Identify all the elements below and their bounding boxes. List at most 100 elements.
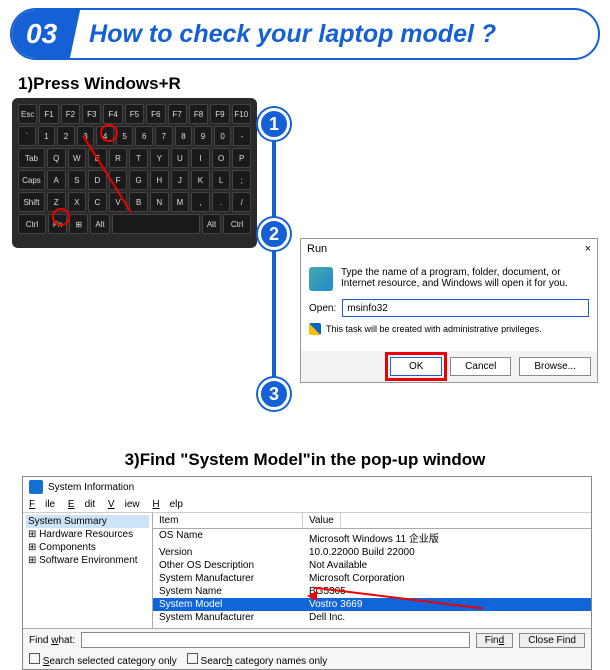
menu-view[interactable]: View bbox=[108, 499, 140, 510]
key bbox=[112, 214, 200, 234]
search-category-only[interactable]: Search selected category only bbox=[29, 653, 177, 667]
key: G bbox=[129, 170, 148, 190]
col-value: Value bbox=[303, 513, 341, 528]
key: Esc bbox=[18, 104, 37, 124]
key: U bbox=[171, 148, 190, 168]
highlight-win-key bbox=[52, 208, 70, 226]
key: J bbox=[171, 170, 190, 190]
run-description: Type the name of a program, folder, docu… bbox=[341, 267, 589, 291]
key: F4 bbox=[103, 104, 122, 124]
key: B bbox=[129, 192, 148, 212]
run-icon bbox=[309, 267, 333, 291]
key: Tab bbox=[18, 148, 45, 168]
page-title: How to check your laptop model ? bbox=[89, 20, 496, 49]
key: 6 bbox=[135, 126, 153, 146]
key: F7 bbox=[168, 104, 187, 124]
system-information-window: System Information File Edit View Help S… bbox=[22, 476, 592, 670]
key: M bbox=[171, 192, 190, 212]
badge-2: 2 bbox=[258, 218, 290, 250]
key: Ctrl bbox=[18, 214, 46, 234]
table-row[interactable]: OS NameMicrosoft Windows 11 企业版 bbox=[153, 529, 591, 546]
timeline-line bbox=[272, 108, 276, 394]
badge-1: 1 bbox=[258, 108, 290, 140]
find-label: Find what: bbox=[29, 635, 75, 646]
cancel-button[interactable]: Cancel bbox=[450, 357, 511, 376]
key: F3 bbox=[82, 104, 101, 124]
step3-label: 3)Find "System Model"in the pop-up windo… bbox=[0, 450, 610, 470]
open-label: Open: bbox=[309, 303, 336, 314]
key: F9 bbox=[210, 104, 229, 124]
close-icon[interactable]: × bbox=[585, 243, 591, 255]
key: 9 bbox=[194, 126, 212, 146]
key: 2 bbox=[57, 126, 75, 146]
key: Caps bbox=[18, 170, 45, 190]
key: O bbox=[212, 148, 231, 168]
menu-help[interactable]: Help bbox=[152, 499, 183, 510]
table-row[interactable]: System ManufacturerDell Inc. bbox=[153, 611, 591, 624]
key: / bbox=[232, 192, 251, 212]
header-banner: 03 How to check your laptop model ? bbox=[10, 8, 600, 60]
key: F1 bbox=[39, 104, 58, 124]
table-row[interactable]: System ModelVostro 3669 bbox=[153, 598, 591, 611]
badge-3: 3 bbox=[258, 378, 290, 410]
sysinfo-icon bbox=[29, 480, 43, 494]
key: F10 bbox=[232, 104, 251, 124]
key: ⊞ bbox=[69, 214, 88, 234]
key: 1 bbox=[38, 126, 56, 146]
key: Alt bbox=[90, 214, 109, 234]
key: F6 bbox=[146, 104, 165, 124]
table-row[interactable]: Version10.0.22000 Build 22000 bbox=[153, 546, 591, 559]
key: Shift bbox=[18, 192, 45, 212]
menu-edit[interactable]: Edit bbox=[68, 499, 95, 510]
step-number-badge: 03 bbox=[10, 10, 80, 58]
key: S bbox=[68, 170, 87, 190]
callout-arrow bbox=[303, 573, 503, 593]
key: P bbox=[232, 148, 251, 168]
open-input[interactable] bbox=[342, 299, 589, 317]
key: X bbox=[68, 192, 87, 212]
run-dialog-title: Run bbox=[307, 243, 327, 255]
key: - bbox=[233, 126, 251, 146]
key: C bbox=[88, 192, 107, 212]
sysinfo-tree[interactable]: System Summary ⊞ Hardware Resources ⊞ Co… bbox=[23, 513, 153, 628]
step1-label: 1)Press Windows+R bbox=[18, 74, 610, 94]
browse-button[interactable]: Browse... bbox=[519, 357, 591, 376]
menu-file[interactable]: File bbox=[29, 499, 55, 510]
tree-software[interactable]: ⊞ Software Environment bbox=[26, 554, 149, 567]
tree-hardware[interactable]: ⊞ Hardware Resources bbox=[26, 528, 149, 541]
key: F2 bbox=[61, 104, 80, 124]
key: R bbox=[109, 148, 128, 168]
key: H bbox=[150, 170, 169, 190]
privilege-note: This task will be created with administr… bbox=[326, 324, 542, 334]
key: W bbox=[68, 148, 87, 168]
key: F8 bbox=[189, 104, 208, 124]
key: D bbox=[88, 170, 107, 190]
tree-components[interactable]: ⊞ Components bbox=[26, 541, 149, 554]
table-row[interactable]: Other OS DescriptionNot Available bbox=[153, 559, 591, 572]
find-button[interactable]: Find bbox=[476, 633, 513, 648]
key: Alt bbox=[202, 214, 221, 234]
key: K bbox=[191, 170, 210, 190]
col-item: Item bbox=[153, 513, 303, 528]
ok-button[interactable]: OK bbox=[390, 357, 442, 376]
highlight-r-key bbox=[100, 124, 118, 142]
sysinfo-table: Item Value OS NameMicrosoft Windows 11 企… bbox=[153, 513, 591, 628]
key: I bbox=[191, 148, 210, 168]
key: 5 bbox=[116, 126, 134, 146]
find-input[interactable] bbox=[81, 632, 470, 648]
key: Y bbox=[150, 148, 169, 168]
search-names-only[interactable]: Search category names only bbox=[187, 653, 328, 667]
key: L bbox=[212, 170, 231, 190]
key: ; bbox=[232, 170, 251, 190]
key: 8 bbox=[175, 126, 193, 146]
close-find-button[interactable]: Close Find bbox=[519, 633, 585, 648]
key: 0 bbox=[214, 126, 232, 146]
key: ` bbox=[18, 126, 36, 146]
key: A bbox=[47, 170, 66, 190]
key: F5 bbox=[125, 104, 144, 124]
tree-system-summary[interactable]: System Summary bbox=[26, 515, 149, 528]
key: T bbox=[129, 148, 148, 168]
key: 7 bbox=[155, 126, 173, 146]
key: , bbox=[191, 192, 210, 212]
run-dialog: Run × Type the name of a program, folder… bbox=[300, 238, 598, 383]
